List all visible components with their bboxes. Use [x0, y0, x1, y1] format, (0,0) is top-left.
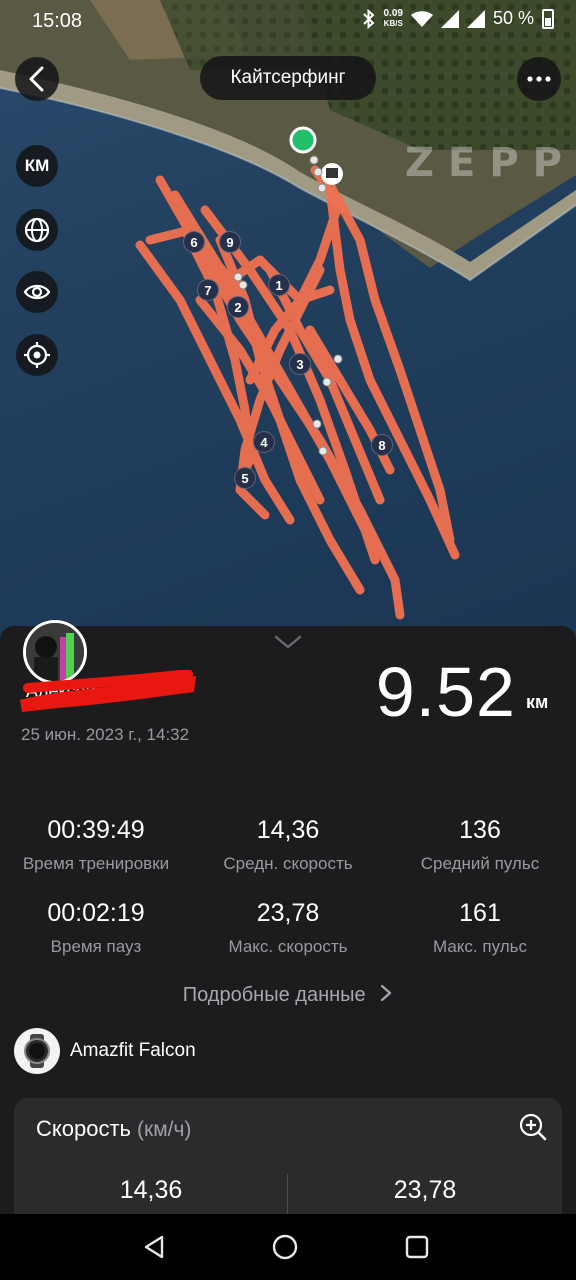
nav-home-button[interactable]	[268, 1230, 302, 1264]
redaction-scribble	[20, 670, 196, 712]
distance-unit: км	[526, 692, 549, 712]
network-speed-value: 0.09	[383, 7, 403, 19]
stat-max-speed: 23,78 Макс. скорость	[192, 899, 384, 957]
speed-unit: (км/ч)	[137, 1118, 192, 1141]
speed-avg-value: 14,36	[119, 1176, 183, 1204]
map-layer-button[interactable]	[16, 209, 58, 251]
status-time: 15:08	[32, 10, 83, 32]
battery-icon	[542, 8, 554, 29]
lap-marker-1: 1	[268, 274, 290, 296]
globe-icon	[24, 217, 50, 243]
activity-title: Кайтсерфинг	[200, 56, 376, 100]
system-nav-bar	[0, 1214, 576, 1280]
lap-marker-5: 5	[234, 467, 256, 489]
stat-max-heart-rate: 161 Макс. пульс	[384, 899, 576, 957]
lap-marker-4: 4	[253, 431, 275, 453]
stat-value: 161	[459, 899, 501, 927]
network-speed: 0.09 KB/S	[383, 7, 403, 29]
circle-home-icon	[272, 1234, 298, 1260]
stat-label: Время пауз	[50, 937, 142, 956]
lap-marker-2: 2	[227, 296, 249, 318]
workout-summary-sheet[interactable]: Алексей 25 июн. 2023 г., 14:32 9.52 км 0…	[0, 620, 576, 1238]
triangle-back-icon	[144, 1235, 164, 1259]
visibility-button[interactable]	[16, 271, 58, 313]
network-speed-unit: KB/S	[383, 18, 403, 28]
device-row[interactable]: Amazfit Falcon	[14, 1028, 196, 1074]
units-toggle-button[interactable]: КМ	[16, 145, 58, 187]
chevron-right-icon	[381, 984, 392, 1002]
crosshair-icon	[24, 342, 50, 368]
stat-avg-heart-rate: 136 Средний пульс	[384, 816, 576, 874]
chevron-left-icon	[29, 66, 44, 92]
zepp-watermark: ZEPP	[405, 140, 576, 186]
speed-card-title: Скорость (км/ч)	[36, 1116, 191, 1142]
distance-value: 9.52	[375, 653, 516, 731]
status-bar: 15:08 0.09 KB/S 50 %	[0, 0, 576, 44]
stat-label: Макс. пульс	[433, 937, 527, 956]
battery-percent: 50 %	[492, 8, 534, 28]
stat-avg-speed: 14,36 Средн. скорость	[192, 816, 384, 874]
more-horizontal-icon	[527, 76, 551, 82]
stat-value: 14,36	[256, 816, 320, 844]
stat-pause-time: 00:02:19 Время пауз	[0, 899, 192, 957]
nav-back-button[interactable]	[137, 1230, 171, 1264]
detailed-data-label: Подробные данные	[182, 984, 366, 1006]
speed-title-text: Скорость	[36, 1116, 132, 1141]
square-recents-icon	[405, 1235, 429, 1259]
chevron-down-icon[interactable]	[274, 634, 302, 650]
bluetooth-icon	[362, 8, 374, 29]
status-icons: 0.09 KB/S 50 %	[362, 7, 554, 29]
locate-button[interactable]	[16, 334, 58, 376]
signal-icon	[440, 9, 459, 28]
nav-recents-button[interactable]	[400, 1230, 434, 1264]
stat-label: Макс. скорость	[228, 937, 348, 956]
stat-value: 00:39:49	[47, 816, 145, 844]
zoom-in-icon[interactable]	[518, 1112, 548, 1142]
workout-date: 25 июн. 2023 г., 14:32	[21, 725, 190, 744]
detailed-data-link[interactable]: Подробные данные	[0, 984, 576, 1007]
stat-label: Время тренировки	[22, 854, 170, 873]
stat-workout-time: 00:39:49 Время тренировки	[0, 816, 192, 874]
lap-marker-6: 6	[183, 231, 205, 253]
stat-label: Средний пульс	[420, 854, 540, 873]
stat-label: Средн. скорость	[223, 854, 353, 873]
watch-icon	[14, 1028, 60, 1074]
signal-icon-2	[466, 9, 485, 28]
stat-value: 136	[459, 816, 501, 844]
lap-marker-3: 3	[289, 353, 311, 375]
stat-value: 00:02:19	[47, 899, 145, 927]
device-name: Amazfit Falcon	[70, 1040, 196, 1061]
lap-marker-9: 9	[219, 231, 241, 253]
lap-marker-8: 8	[371, 434, 393, 456]
speed-max-value: 23,78	[393, 1176, 457, 1204]
lap-marker-7: 7	[197, 279, 219, 301]
route-map[interactable]: 12 3 4 5 6 7 8 9 15:08 0.09 KB/S 50 % Кайтсерфи…	[0, 0, 576, 660]
stat-value: 23,78	[256, 899, 320, 927]
eye-icon	[23, 284, 51, 300]
more-button[interactable]	[517, 57, 561, 101]
back-button[interactable]	[15, 57, 59, 101]
wifi-icon	[410, 10, 433, 27]
